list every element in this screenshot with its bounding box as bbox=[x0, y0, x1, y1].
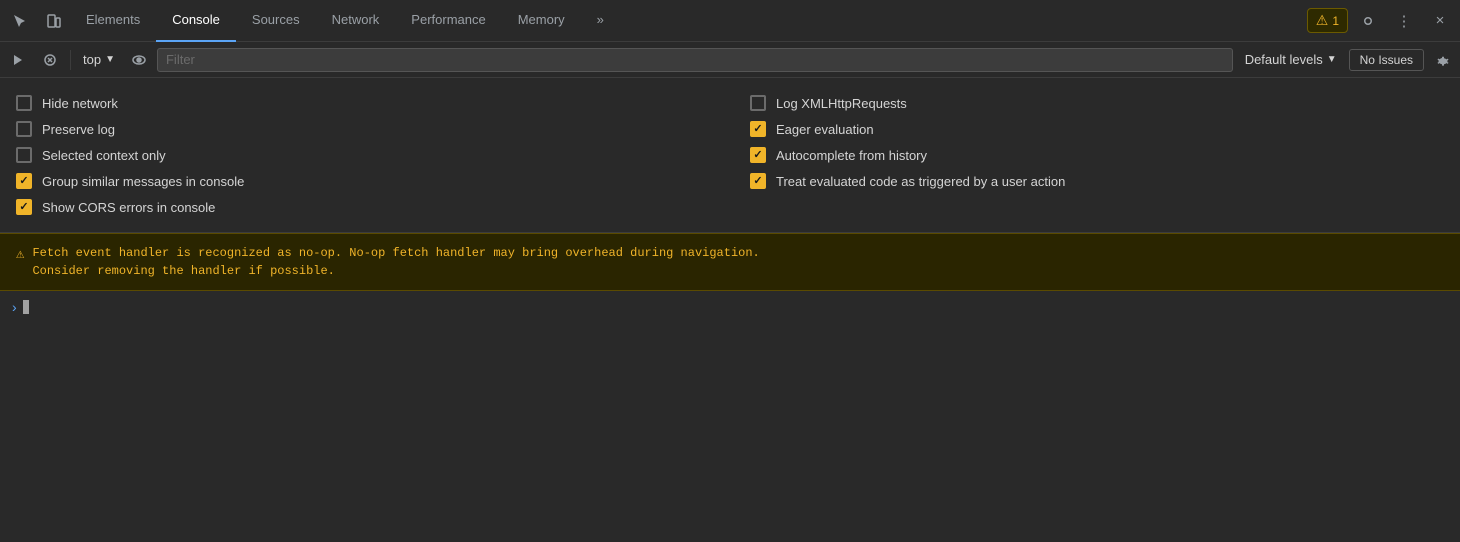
log-xmlhttp-label: Log XMLHttpRequests bbox=[776, 96, 907, 111]
context-label: top bbox=[83, 52, 101, 67]
console-input-area[interactable]: › bbox=[0, 291, 1460, 323]
tab-more[interactable]: » bbox=[581, 0, 620, 42]
checkbox-log-xmlhttp: Log XMLHttpRequests bbox=[750, 90, 1444, 116]
separator bbox=[70, 50, 71, 70]
warning-badge[interactable]: ⚠ 1 bbox=[1307, 8, 1348, 33]
show-cors-label: Show CORS errors in console bbox=[42, 200, 215, 215]
no-issues-button[interactable]: No Issues bbox=[1349, 49, 1424, 71]
settings-right-col: Log XMLHttpRequests Eager evaluation Aut… bbox=[750, 90, 1444, 220]
more-options-icon[interactable]: ⋮ bbox=[1388, 5, 1420, 37]
tab-network[interactable]: Network bbox=[316, 0, 396, 42]
checkbox-preserve-log: Preserve log bbox=[16, 116, 710, 142]
filter-input[interactable] bbox=[157, 48, 1233, 72]
warning-text: Fetch event handler is recognized as no-… bbox=[32, 244, 759, 280]
hide-network-checkbox[interactable] bbox=[16, 95, 32, 111]
selected-context-checkbox[interactable] bbox=[16, 147, 32, 163]
eager-eval-label: Eager evaluation bbox=[776, 122, 874, 137]
treat-eval-label: Treat evaluated code as triggered by a u… bbox=[776, 174, 1065, 189]
tabs: Elements Console Sources Network Perform… bbox=[70, 0, 1307, 42]
autocomplete-checkbox[interactable] bbox=[750, 147, 766, 163]
warning-inline-icon: ⚠ bbox=[16, 245, 24, 266]
device-icon[interactable] bbox=[38, 5, 70, 37]
toolbar: top ▼ Default levels ▼ No Issues bbox=[0, 42, 1460, 78]
checkbox-eager-eval: Eager evaluation bbox=[750, 116, 1444, 142]
group-similar-checkbox[interactable] bbox=[16, 173, 32, 189]
tab-sources[interactable]: Sources bbox=[236, 0, 316, 42]
tab-bar-left bbox=[4, 5, 70, 37]
warning-triangle-icon: ⚠ bbox=[1316, 12, 1329, 29]
settings-grid: Hide network Preserve log Selected conte… bbox=[16, 90, 1444, 220]
levels-chevron-icon: ▼ bbox=[1327, 54, 1337, 65]
checkbox-autocomplete: Autocomplete from history bbox=[750, 142, 1444, 168]
eye-icon[interactable] bbox=[125, 46, 153, 74]
show-cors-checkbox[interactable] bbox=[16, 199, 32, 215]
warning-line2: Consider removing the handler if possibl… bbox=[32, 262, 759, 280]
tab-bar-right: ⚠ 1 ⋮ × bbox=[1307, 5, 1456, 37]
log-xmlhttp-checkbox[interactable] bbox=[750, 95, 766, 111]
tab-memory[interactable]: Memory bbox=[502, 0, 581, 42]
levels-label: Default levels bbox=[1245, 52, 1323, 67]
checkbox-show-cors: Show CORS errors in console bbox=[16, 194, 710, 220]
preserve-log-checkbox[interactable] bbox=[16, 121, 32, 137]
treat-eval-checkbox[interactable] bbox=[750, 173, 766, 189]
checkbox-selected-context: Selected context only bbox=[16, 142, 710, 168]
play-icon[interactable] bbox=[4, 46, 32, 74]
context-selector[interactable]: top ▼ bbox=[77, 50, 121, 69]
tab-elements[interactable]: Elements bbox=[70, 0, 156, 42]
settings-panel: Hide network Preserve log Selected conte… bbox=[0, 78, 1460, 233]
console-prompt-icon: › bbox=[12, 299, 17, 315]
checkbox-group-similar: Group similar messages in console bbox=[16, 168, 710, 194]
eager-eval-checkbox[interactable] bbox=[750, 121, 766, 137]
warning-message: ⚠ Fetch event handler is recognized as n… bbox=[0, 233, 1460, 291]
warning-count: 1 bbox=[1332, 14, 1339, 28]
settings-left-col: Hide network Preserve log Selected conte… bbox=[16, 90, 710, 220]
stop-icon[interactable] bbox=[36, 46, 64, 74]
tab-bar: Elements Console Sources Network Perform… bbox=[0, 0, 1460, 42]
settings-gear-icon[interactable] bbox=[1428, 46, 1456, 74]
selected-context-label: Selected context only bbox=[42, 148, 166, 163]
settings-icon[interactable] bbox=[1352, 5, 1384, 37]
checkbox-treat-eval: Treat evaluated code as triggered by a u… bbox=[750, 168, 1444, 194]
tab-console[interactable]: Console bbox=[156, 0, 236, 42]
chevron-down-icon: ▼ bbox=[105, 54, 115, 65]
tab-performance[interactable]: Performance bbox=[395, 0, 501, 42]
warning-line1: Fetch event handler is recognized as no-… bbox=[32, 244, 759, 262]
checkbox-hide-network: Hide network bbox=[16, 90, 710, 116]
autocomplete-label: Autocomplete from history bbox=[776, 148, 927, 163]
hide-network-label: Hide network bbox=[42, 96, 118, 111]
group-similar-label: Group similar messages in console bbox=[42, 174, 244, 189]
close-icon[interactable]: × bbox=[1424, 5, 1456, 37]
preserve-log-label: Preserve log bbox=[42, 122, 115, 137]
levels-button[interactable]: Default levels ▼ bbox=[1237, 49, 1345, 70]
cursor-icon[interactable] bbox=[4, 5, 36, 37]
console-cursor bbox=[23, 300, 29, 314]
